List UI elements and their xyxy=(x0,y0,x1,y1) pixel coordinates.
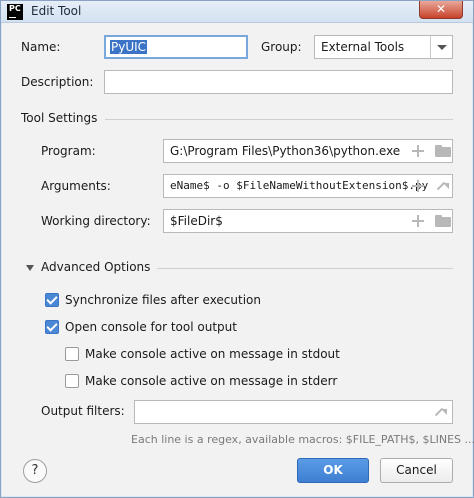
active-stderr-label[interactable]: Make console active on message in stderr xyxy=(85,374,337,388)
working-directory-input[interactable]: $FileDir$ xyxy=(163,209,453,233)
active-stdout-label[interactable]: Make console active on message in stdout xyxy=(85,347,340,361)
insert-macro-plus-icon[interactable] xyxy=(411,214,425,228)
close-button[interactable]: ✕ xyxy=(419,1,463,19)
working-directory-label: Working directory: xyxy=(41,214,151,228)
sync-files-label[interactable]: Synchronize files after execution xyxy=(65,293,261,307)
program-input[interactable]: G:\Program Files\Python36\python.exe xyxy=(163,139,453,163)
app-icon-text: PC xyxy=(9,4,21,13)
name-input[interactable]: PyUIC xyxy=(104,35,248,59)
group-label: Group: xyxy=(261,40,302,54)
output-filters-input[interactable] xyxy=(134,400,453,424)
output-filters-field-buttons xyxy=(433,400,445,424)
output-filters-label: Output filters: xyxy=(41,404,125,418)
working-directory-field-buttons xyxy=(411,209,451,233)
help-button[interactable]: ? xyxy=(23,459,47,483)
advanced-options-separator xyxy=(157,268,453,269)
expand-editor-icon[interactable] xyxy=(435,180,447,192)
arguments-input-value: eName$ -o $FileNameWithoutExtension$.py xyxy=(170,179,429,192)
browse-folder-icon[interactable] xyxy=(435,215,451,227)
close-icon: ✕ xyxy=(435,2,447,16)
program-input-value: G:\Program Files\Python36\python.exe xyxy=(170,144,401,158)
name-label: Name: xyxy=(21,40,61,54)
cancel-button[interactable]: Cancel xyxy=(380,458,453,483)
expand-editor-icon[interactable] xyxy=(433,406,445,418)
chevron-down-icon[interactable] xyxy=(430,36,452,58)
group-select-value: External Tools xyxy=(321,40,405,54)
active-stdout-checkbox[interactable] xyxy=(65,347,79,361)
sync-files-checkbox[interactable] xyxy=(45,293,59,307)
output-filters-hint: Each line is a regex, available macros: … xyxy=(131,433,474,446)
tool-settings-separator xyxy=(105,119,453,120)
insert-macro-plus-icon[interactable] xyxy=(411,179,425,193)
group-select[interactable]: External Tools xyxy=(314,35,453,59)
description-label: Description: xyxy=(21,75,94,89)
working-directory-input-value: $FileDir$ xyxy=(170,214,223,228)
arguments-label: Arguments: xyxy=(41,179,111,193)
insert-macro-plus-icon[interactable] xyxy=(411,144,425,158)
open-console-label[interactable]: Open console for tool output xyxy=(65,320,237,334)
ok-button[interactable]: OK xyxy=(297,458,369,483)
edit-tool-dialog: PC Edit Tool ✕ Name: PyUIC Group: Extern… xyxy=(0,0,474,498)
arguments-field-buttons xyxy=(411,174,447,198)
title-bar[interactable]: PC Edit Tool ✕ xyxy=(1,1,473,23)
name-input-value: PyUIC xyxy=(110,40,148,54)
help-icon: ? xyxy=(31,463,39,478)
window-title: Edit Tool xyxy=(31,4,82,18)
arguments-input[interactable]: eName$ -o $FileNameWithoutExtension$.py xyxy=(163,174,453,198)
advanced-options-title[interactable]: Advanced Options xyxy=(41,260,150,274)
open-console-checkbox[interactable] xyxy=(45,320,59,334)
active-stderr-checkbox[interactable] xyxy=(65,374,79,388)
description-input[interactable] xyxy=(104,70,453,94)
tool-settings-title: Tool Settings xyxy=(21,111,98,125)
program-label: Program: xyxy=(41,144,96,158)
browse-folder-icon[interactable] xyxy=(435,145,451,157)
ok-button-label: OK xyxy=(323,463,343,477)
collapse-triangle-icon[interactable] xyxy=(26,265,34,271)
pycharm-app-icon: PC xyxy=(7,4,23,20)
cancel-button-label: Cancel xyxy=(396,463,437,477)
program-field-buttons xyxy=(411,139,451,163)
